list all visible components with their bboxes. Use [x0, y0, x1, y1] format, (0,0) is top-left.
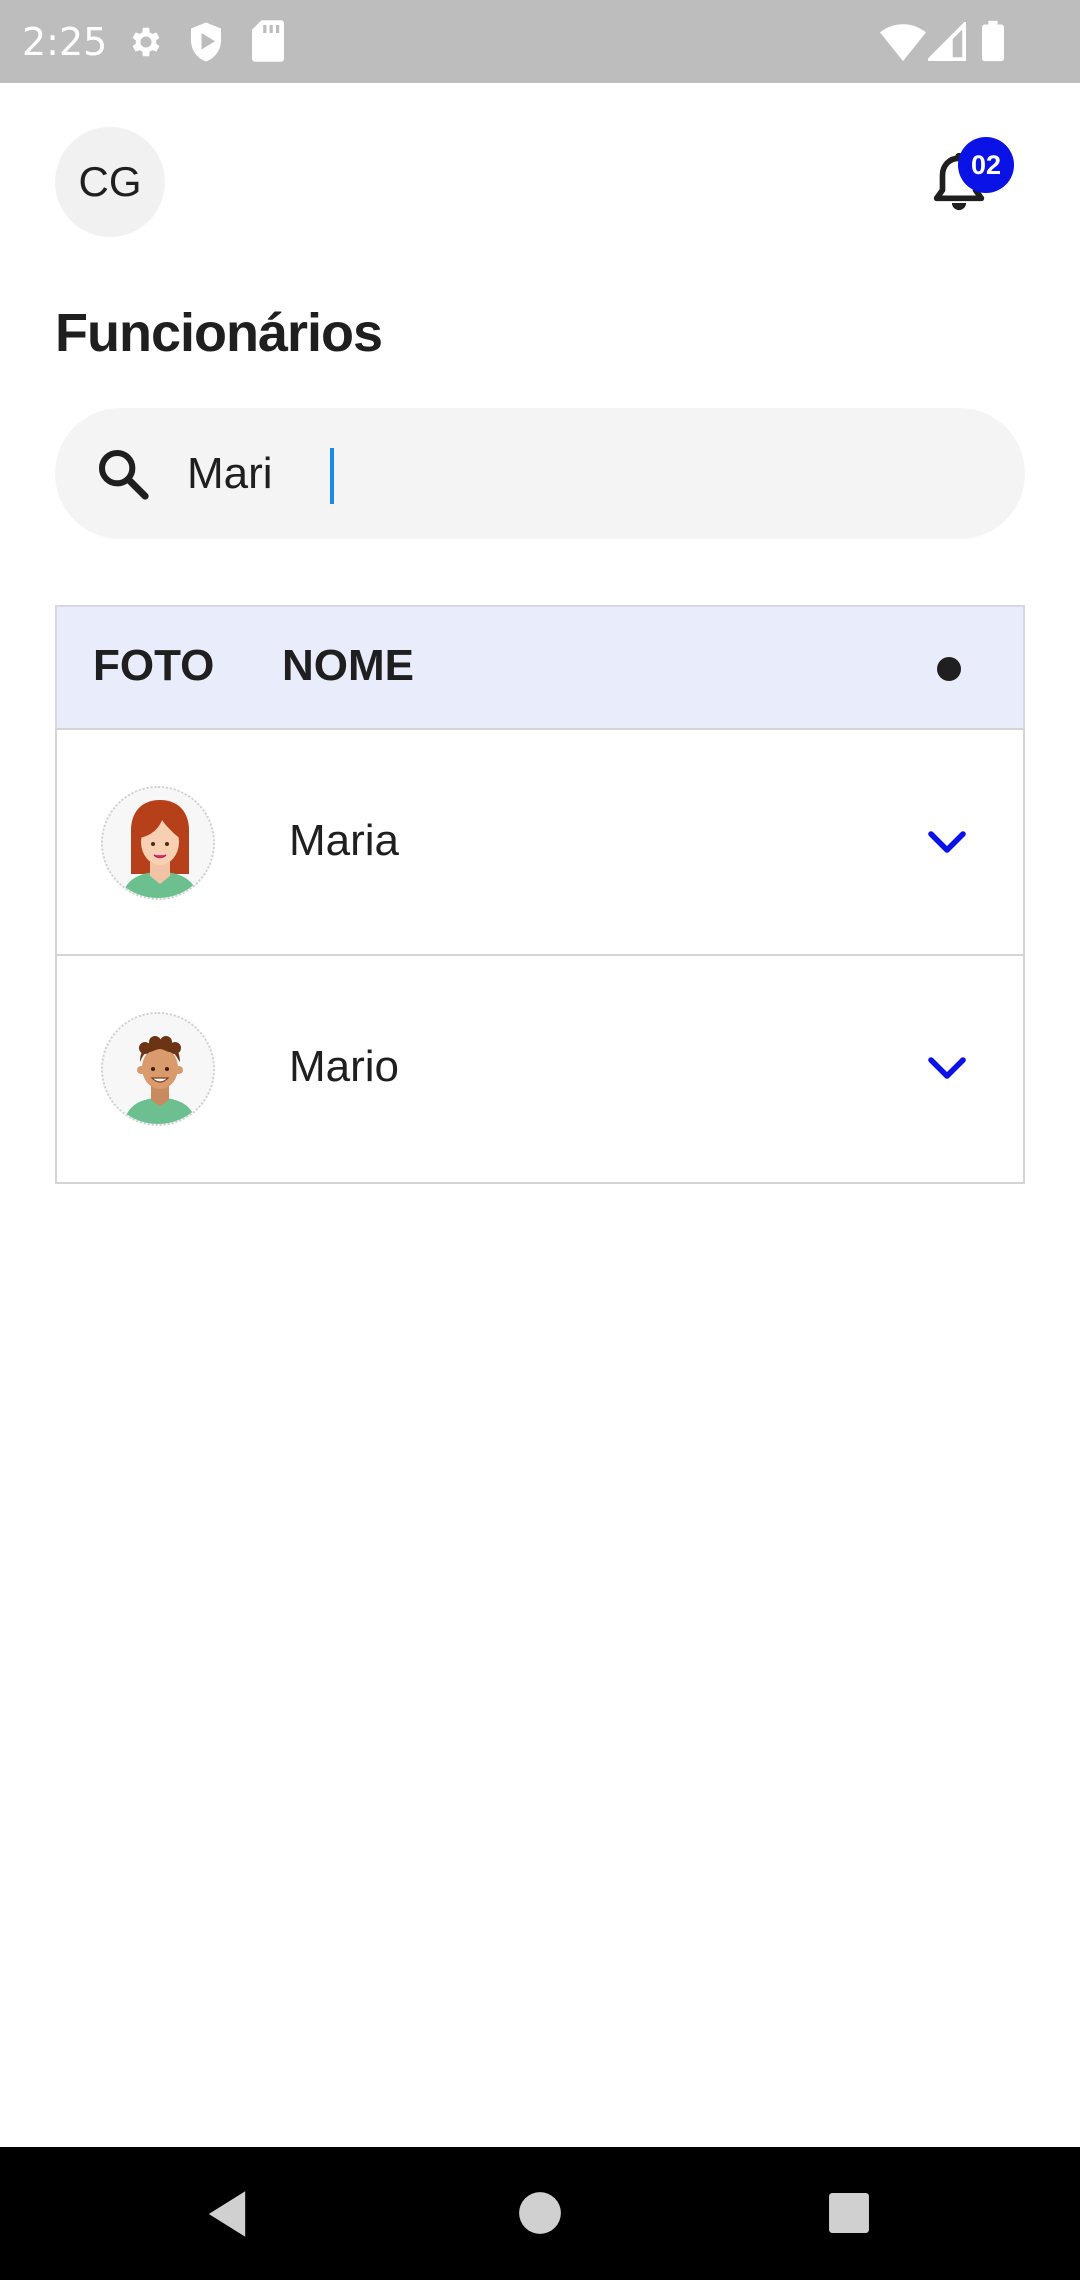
recents-icon[interactable] — [828, 2192, 870, 2234]
page-title: Funcionários — [55, 303, 383, 363]
employee-name: Mario — [289, 1042, 400, 1091]
screen: 2:25 CG 02 Funcionários Mari FOTO NOME M… — [0, 0, 1080, 2280]
sd-card-icon — [252, 20, 284, 62]
female-avatar-photo — [101, 786, 215, 900]
status-bar: 2:25 — [0, 0, 1080, 83]
employee-table: FOTO NOME Maria Mario — [55, 605, 1025, 1184]
back-icon[interactable] — [204, 2189, 250, 2239]
text-cursor — [330, 448, 334, 504]
chevron-down-icon[interactable] — [927, 826, 967, 858]
column-header-photo: FOTO — [93, 641, 215, 690]
home-icon[interactable] — [518, 2191, 562, 2235]
settings-icon — [132, 27, 160, 57]
notification-count: 02 — [970, 149, 1002, 180]
employee-name: Maria — [289, 816, 400, 865]
status-dot-icon — [937, 657, 961, 681]
female-avatar-icon — [103, 788, 213, 898]
table-row[interactable]: Maria — [55, 728, 1025, 956]
navigation-bar — [0, 2147, 1080, 2280]
battery-icon — [982, 20, 1004, 62]
column-header-name: NOME — [282, 641, 414, 690]
male-avatar-icon — [103, 1014, 213, 1124]
user-avatar[interactable]: CG — [55, 127, 165, 237]
chevron-down-icon[interactable] — [927, 1052, 967, 1084]
notification-badge[interactable]: 02 — [958, 137, 1014, 193]
wifi-icon — [880, 24, 926, 62]
avatar-initials: CG — [78, 158, 142, 205]
search-bar[interactable] — [55, 408, 1025, 539]
search-icon — [98, 449, 149, 500]
signal-icon — [928, 22, 966, 61]
table-header: FOTO NOME — [55, 605, 1025, 728]
status-time: 2:25 — [22, 20, 108, 64]
male-avatar-photo — [101, 1012, 215, 1126]
table-row[interactable]: Mario — [55, 956, 1025, 1184]
search-input[interactable] — [187, 446, 967, 502]
shield-play-icon — [191, 22, 221, 62]
